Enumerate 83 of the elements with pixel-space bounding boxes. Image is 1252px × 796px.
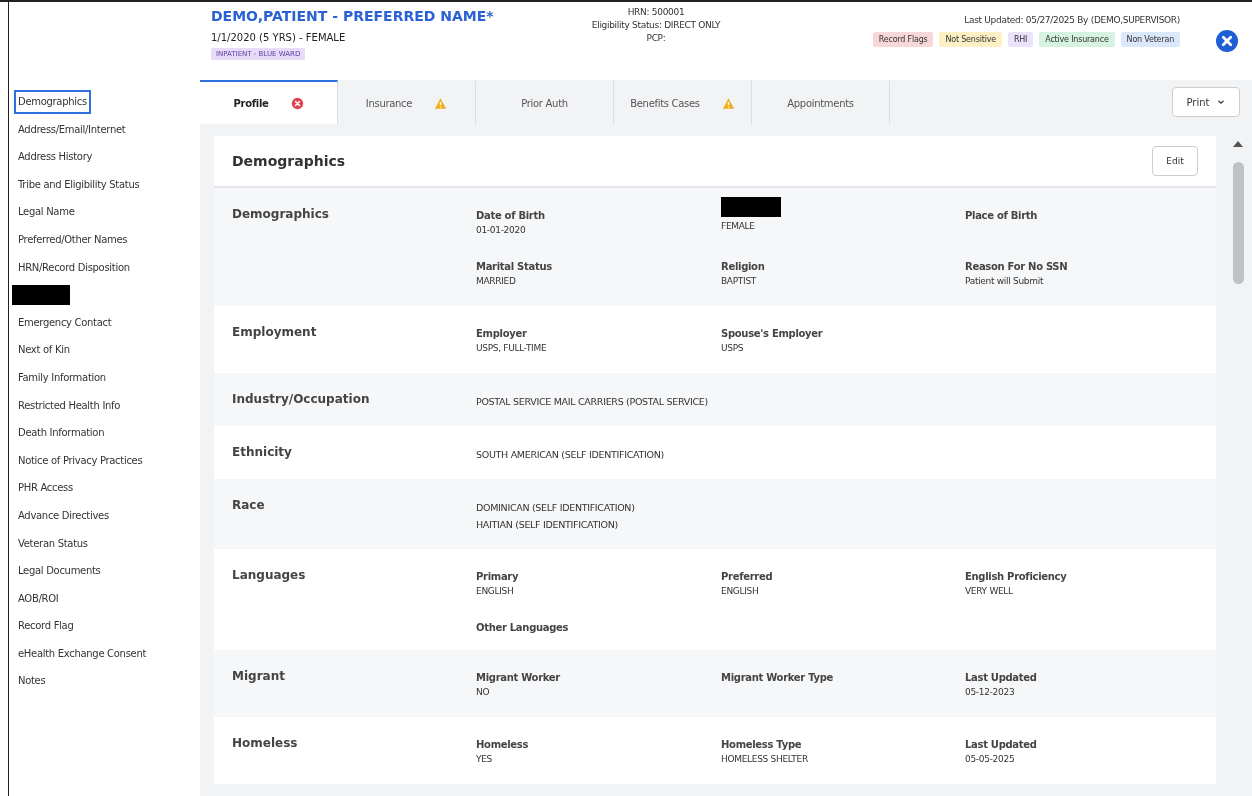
sidebar-item[interactable]: HRN/Record Disposition — [16, 253, 132, 282]
field-label: English Proficiency — [965, 571, 1068, 582]
section-title: Migrant — [232, 669, 286, 685]
flag-badge: Active Insurance — [1039, 32, 1115, 47]
field-value: VERY WELL — [965, 585, 1014, 598]
field-label: Homeless Type — [721, 739, 803, 750]
sidebar-item[interactable]: Legal Name — [16, 198, 77, 226]
field-value: USPS — [721, 342, 745, 355]
field-value: MARRIED — [476, 275, 517, 288]
section-title: Race — [232, 498, 266, 514]
field-value: DOMINICAN (SELF IDENTIFICATION) — [476, 501, 636, 515]
field-value: BAPTIST — [721, 275, 758, 288]
sidebar-item[interactable]: eHealth Exchange Consent — [16, 639, 149, 668]
sidebar-item[interactable]: Death Information — [16, 419, 107, 447]
pcp-text: PCP: — [645, 32, 667, 45]
field-value: POSTAL SERVICE MAIL CARRIERS (POSTAL SERVICE) — [476, 395, 709, 409]
field-value: YES — [476, 753, 493, 766]
print-button[interactable]: Print — [1172, 87, 1240, 117]
field-label: Migrant Worker — [476, 672, 561, 683]
last-updated-text: Last Updated: 05/27/2025 By (DEMO,SUPERVISOR) — [964, 14, 1180, 27]
sidebar-item[interactable]: Notes — [16, 667, 48, 696]
sidebar-item[interactable]: Address History — [16, 143, 95, 171]
hrn-text: HRN: 500001 — [626, 6, 686, 19]
tab[interactable]: Profile — [200, 80, 338, 124]
field-value: 05-12-2023 — [965, 686, 1016, 699]
flag-badge: Record Flags — [872, 32, 934, 47]
sidebar-item[interactable]: Family Information — [16, 363, 108, 392]
sidebar-item[interactable]: Advance Directives — [16, 501, 111, 530]
flag-badge: Not Sensitive — [939, 32, 1002, 47]
flag-badge: Non Veteran — [1120, 32, 1180, 47]
sidebar-item[interactable]: Preferred/Other Names — [16, 225, 130, 254]
field-label: Last Updated — [965, 672, 1038, 683]
field-value: HOMELESS SHELTER — [721, 753, 809, 766]
scroll-thumb[interactable] — [1232, 162, 1244, 284]
field-label: Date of Birth — [476, 210, 546, 221]
patient-name: DEMO,PATIENT - PREFERRED NAME* — [211, 8, 495, 24]
section-title: Languages — [232, 568, 307, 584]
field-label: Other Languages — [476, 622, 570, 633]
section-title: Ethnicity — [232, 445, 293, 461]
sidebar-item[interactable]: Veteran Status — [16, 529, 90, 558]
scroll-up-icon[interactable] — [1232, 140, 1244, 148]
field-value: 05-05-2025 — [965, 753, 1016, 766]
sidebar-item[interactable]: Legal Documents — [16, 557, 103, 585]
field-label: Spouse's Employer — [721, 328, 824, 339]
field-value: ENGLISH — [721, 585, 760, 598]
flag-badge: RHI — [1007, 32, 1034, 47]
field-label: Last Updated — [965, 739, 1038, 750]
field-value: 01-01-2020 — [476, 224, 527, 237]
eligibility-text: Eligibility Status: DIRECT ONLY — [590, 19, 722, 32]
section-title: Employment — [232, 325, 318, 341]
field-value: ENGLISH — [476, 585, 515, 598]
sidebar-item[interactable]: AOB/ROI — [16, 584, 61, 613]
field-value: FEMALE — [721, 220, 756, 233]
sidebar-item[interactable]: Tribe and Eligibility Status — [16, 170, 142, 199]
card-title: Demographics — [232, 153, 346, 169]
field-label: Homeless — [476, 739, 530, 750]
field-value: HAITIAN (SELF IDENTIFICATION) — [476, 518, 619, 532]
sidebar-item[interactable]: Notice of Privacy Practices — [16, 446, 145, 475]
section-title: Demographics — [232, 207, 330, 223]
sidebar-item[interactable]: Restricted Health Info — [16, 391, 123, 420]
field-label: Religion — [721, 261, 766, 272]
field-label: Place of Birth — [965, 210, 1039, 221]
field-value: NO — [476, 686, 491, 699]
field-label: Reason For No SSN — [965, 261, 1069, 272]
section-title: Industry/Occupation — [232, 392, 371, 408]
edit-button[interactable]: Edit — [1152, 146, 1198, 176]
field-value: Patient will Submit — [965, 275, 1045, 288]
sidebar-item[interactable]: Address/Email/Internet — [16, 115, 128, 144]
field-value: USPS, FULL-TIME — [476, 342, 548, 355]
sidebar-item[interactable]: PHR Access — [16, 474, 75, 502]
field-label: Employer — [476, 328, 528, 339]
close-icon[interactable] — [1216, 30, 1238, 52]
sidebar-item[interactable]: Emergency Contact — [16, 308, 114, 337]
field-label: Migrant Worker Type — [721, 672, 835, 683]
sidebar-item[interactable]: Demographics — [14, 90, 91, 114]
patient-summary: 1/1/2020 (5 YRS) - FEMALE — [211, 32, 347, 43]
sidebar-item[interactable]: Next of Kin — [16, 336, 72, 364]
field-value: SOUTH AMERICAN (SELF IDENTIFICATION) — [476, 448, 665, 462]
sidebar-item[interactable]: Record Flag — [16, 612, 76, 640]
field-label: Marital Status — [476, 261, 553, 272]
field-label: Preferred — [721, 571, 774, 582]
field-label: Primary — [476, 571, 520, 582]
section-title: Homeless — [232, 736, 299, 752]
